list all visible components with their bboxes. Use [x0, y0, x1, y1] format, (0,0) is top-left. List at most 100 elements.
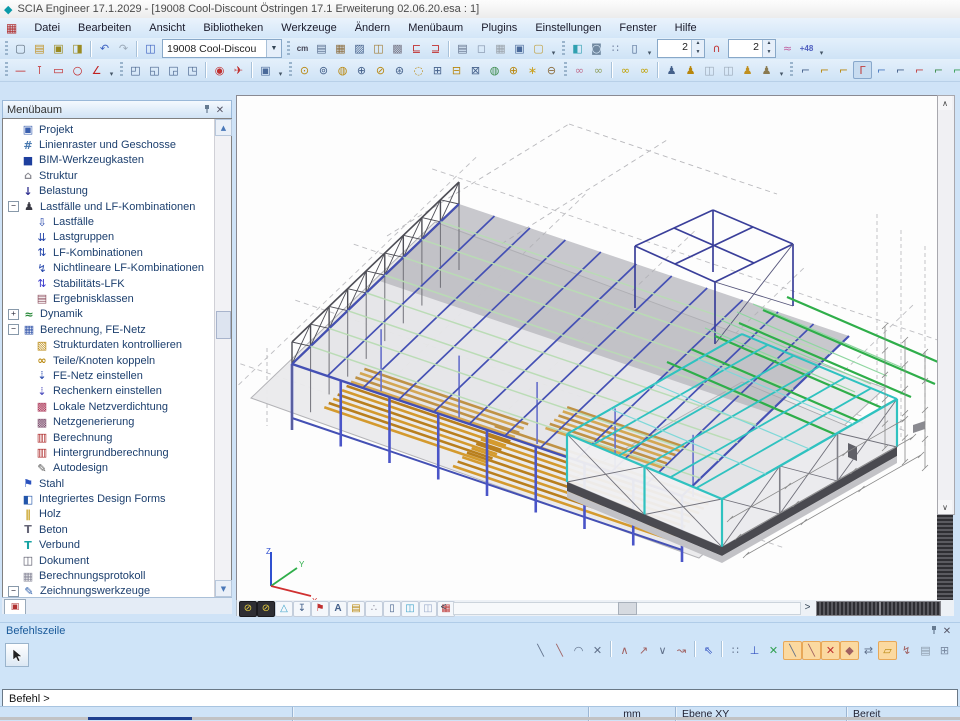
snap-arc-icon[interactable]: ◠	[569, 641, 588, 660]
perspective-icon[interactable]: ⊘	[239, 601, 257, 617]
results-display2-icon[interactable]: ⊒	[426, 40, 445, 58]
snap-angle-icon[interactable]: ∧	[615, 641, 634, 660]
menu-ansicht[interactable]: Ansicht	[140, 20, 194, 36]
load-scale-spinner[interactable]: 2▲▼	[728, 39, 776, 58]
save-all-icon[interactable]: ◨	[68, 40, 87, 58]
show-local-axes-icon[interactable]: ▯	[383, 601, 401, 617]
save-icon[interactable]: ▣	[49, 40, 68, 58]
snap-dim-icon[interactable]: ▤	[916, 641, 935, 660]
tree-item-dokument[interactable]: ◫Dokument	[3, 553, 231, 568]
engineering-report-icon[interactable]: ▦	[491, 40, 510, 58]
corner-frame-4-icon[interactable]: Γ	[853, 61, 872, 79]
corner-frame-8-icon[interactable]: ⌐	[929, 61, 948, 79]
tree-item-verbund[interactable]: TVerbund	[3, 538, 231, 553]
corner-frame-1-icon[interactable]: ⌐	[796, 61, 815, 79]
toolbar-overflow-button[interactable]: ▾	[106, 62, 117, 78]
snap-intersection-icon[interactable]: ✕	[821, 641, 840, 660]
tree-item-integriertes-design-forms[interactable]: ◧Integriertes Design Forms	[3, 491, 231, 506]
binocular-icon[interactable]: ∞	[616, 61, 635, 79]
toolbar-drag-handle[interactable]	[790, 62, 793, 78]
render-mode-icon[interactable]: △	[275, 601, 293, 617]
corner-frame-6-icon[interactable]: ⌐	[891, 61, 910, 79]
toolbar-drag-handle[interactable]	[287, 41, 290, 57]
corner-frame-9-icon[interactable]: ⌐	[948, 61, 960, 79]
spinner-up-icon[interactable]: ▲	[692, 40, 704, 49]
model-viewport[interactable]: Z Y X	[236, 95, 938, 602]
snap-vertex-icon[interactable]: ↗	[634, 641, 653, 660]
connect-members-icon[interactable]: ♟	[662, 61, 681, 79]
collapse-icon[interactable]: −	[8, 201, 19, 212]
rib-icon[interactable]: ⊟	[447, 61, 466, 79]
perspective2-icon[interactable]: ⊘	[257, 601, 275, 617]
opening-icon[interactable]: ◌	[409, 61, 428, 79]
tree-item-rechenkern-einstellen[interactable]: ⇣Rechenkern einstellen	[3, 384, 231, 399]
close-icon[interactable]: ✕	[213, 105, 227, 116]
snap-clear-icon[interactable]: ✕	[764, 641, 783, 660]
show-supports-icon[interactable]: ⚑	[311, 601, 329, 617]
tree-item-netzgenerierung[interactable]: ▩Netzgenerierung	[3, 414, 231, 429]
pin-icon[interactable]	[926, 625, 940, 638]
tree-item-zeichnungswerkzeuge[interactable]: −✎Zeichnungswerkzeuge	[3, 584, 231, 598]
paint-parameters-icon[interactable]: ◧	[568, 40, 587, 58]
menu-bibliotheken[interactable]: Bibliotheken	[194, 20, 272, 36]
docked-panel-bar-vertical[interactable]	[937, 515, 953, 601]
tree-item-ergebnisklassen[interactable]: ▤Ergebnisklassen	[3, 291, 231, 306]
menu-werkzeuge[interactable]: Werkzeuge	[272, 20, 345, 36]
support-icon[interactable]: ∞	[589, 61, 608, 79]
snap-grid-icon[interactable]: ∷	[726, 641, 745, 660]
column-icon[interactable]: ⊕	[352, 61, 371, 79]
paste-icon[interactable]: ◰	[126, 61, 145, 79]
tree-item-teile-knoten-koppeln[interactable]: ∞Teile/Knoten koppeln	[3, 353, 231, 368]
toolbar-drag-handle[interactable]	[564, 62, 567, 78]
member-scale-spinner[interactable]: 2▲▼	[657, 39, 705, 58]
corner-frame-3-icon[interactable]: ⌐	[834, 61, 853, 79]
corner-frame-5-icon[interactable]: ⌐	[872, 61, 891, 79]
open-project-icon[interactable]: ▤	[30, 40, 49, 58]
slab-icon[interactable]: ⊞	[428, 61, 447, 79]
snap-orthogonal-icon[interactable]: ◆	[840, 641, 859, 660]
tree-item-berechnungsprotokoll[interactable]: ▦Berechnungsprotokoll	[3, 568, 231, 583]
spinner-down-icon[interactable]: ▼	[763, 49, 775, 58]
tree-item-lastgruppen[interactable]: ⇊Lastgruppen	[3, 230, 231, 245]
copy-add-icon[interactable]: ◲	[164, 61, 183, 79]
tree-item-bim-werkzeugkasten[interactable]: ■BIM-Werkzeugkasten	[3, 153, 231, 168]
member-icon[interactable]: ⊚	[314, 61, 333, 79]
scrollbar-thumb[interactable]	[216, 311, 231, 339]
scroll-right-button[interactable]: >	[801, 601, 814, 614]
snap-line-icon[interactable]: ╲	[531, 641, 550, 660]
numbers-display-icon[interactable]: +48	[797, 40, 816, 58]
wall-icon[interactable]: ⊛	[390, 61, 409, 79]
menu-einstellungen[interactable]: Einstellungen	[526, 20, 610, 36]
toolbar-drag-handle[interactable]	[562, 41, 565, 57]
tree-item-beton[interactable]: TBeton	[3, 522, 231, 537]
tree-item-stabilitaets-lfk[interactable]: ⇅Stabilitäts-LFK	[3, 276, 231, 291]
scroll-up-icon[interactable]: ∧	[938, 96, 952, 110]
wave-scale-icon[interactable]: ≈	[778, 40, 797, 58]
tree-item-hintergrundberechnung[interactable]: ▥Hintergrundberechnung	[3, 445, 231, 460]
corner-frame-7-icon[interactable]: ⌐	[910, 61, 929, 79]
toolbar-drag-handle[interactable]	[120, 62, 123, 78]
plate-icon[interactable]: ⊘	[371, 61, 390, 79]
toolbar-drag-handle[interactable]	[289, 62, 292, 78]
menu-hilfe[interactable]: Hilfe	[666, 20, 706, 36]
fly-mode-icon[interactable]: ✈	[229, 61, 248, 79]
tree-item-lastfaelle[interactable]: ⇩Lastfälle	[3, 214, 231, 229]
toolbar-overflow-button[interactable]: ▾	[776, 62, 787, 78]
collapse-icon[interactable]: −	[8, 586, 19, 597]
toolbar-drag-handle[interactable]	[5, 62, 8, 78]
undo-icon[interactable]: ↶	[95, 40, 114, 58]
menu-datei[interactable]: Datei	[25, 20, 69, 36]
tree-item-berechnung[interactable]: ▥Berechnung	[3, 430, 231, 445]
snap-axis-icon[interactable]: ⊥	[745, 641, 764, 660]
sidebar-bottom-tab[interactable]: ▣	[4, 599, 26, 614]
view-settings2-icon[interactable]: ◫	[419, 601, 437, 617]
snap-table-icon[interactable]: ⊞	[935, 641, 954, 660]
gallery-icon[interactable]: ▣	[510, 40, 529, 58]
tree-item-projekt[interactable]: ▣Projekt	[3, 122, 231, 137]
toolbar-overflow-button[interactable]: ▾	[548, 41, 559, 57]
disconnect-members-icon[interactable]: ♟	[681, 61, 700, 79]
tree-item-linienraster[interactable]: #Linienraster und Geschosse	[3, 137, 231, 152]
angle-tool-icon[interactable]: ∠	[87, 61, 106, 79]
selection-icon[interactable]: ▨	[350, 40, 369, 58]
tree-item-dynamik[interactable]: +≈Dynamik	[3, 307, 231, 322]
